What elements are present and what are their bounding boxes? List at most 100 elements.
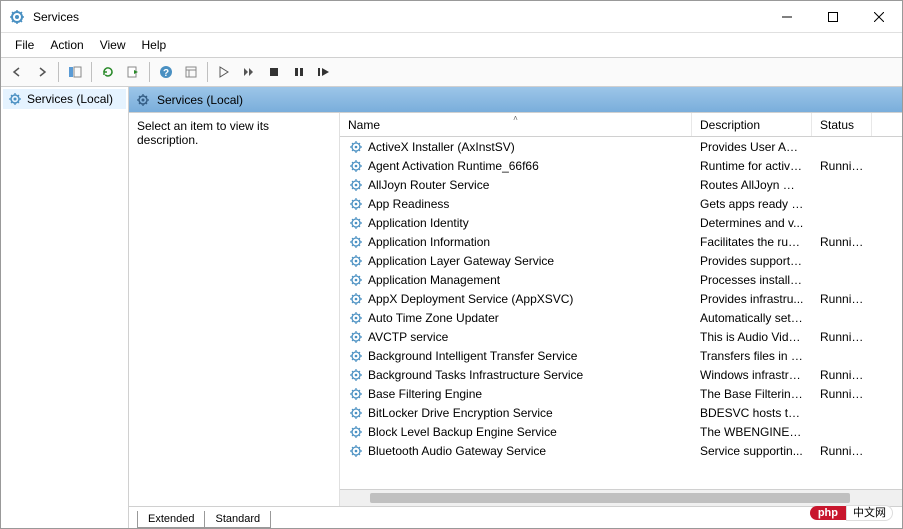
service-row[interactable]: Auto Time Zone Updater Automatically sets…: [340, 308, 902, 327]
start-button[interactable]: [212, 60, 236, 84]
service-row[interactable]: Application IdentityDetermines and v...: [340, 213, 902, 232]
service-row[interactable]: BitLocker Drive Encryption ServiceBDESVC…: [340, 403, 902, 422]
service-icon: [348, 253, 364, 269]
watermark-badge: php: [810, 506, 846, 520]
column-description[interactable]: Description: [692, 113, 812, 136]
service-name: ActiveX Installer (AxInstSV): [368, 140, 515, 154]
column-status[interactable]: Status: [812, 113, 872, 136]
column-name-label: Name: [348, 118, 380, 132]
column-name[interactable]: Name ˄: [340, 113, 692, 136]
cell-description: Runtime for activa...: [692, 159, 812, 173]
service-row[interactable]: Block Level Backup Engine Service The WBE…: [340, 422, 902, 441]
cell-status: Running: [812, 444, 872, 458]
cell-name: Application Identity: [340, 215, 692, 231]
service-list[interactable]: ActiveX Installer (AxInstSV) Provides Use…: [340, 137, 902, 489]
list-pane: Name ˄ Description Status ActiveX Instal…: [339, 113, 902, 506]
service-icon: [348, 215, 364, 231]
service-row[interactable]: Background Tasks Infrastructure ServiceW…: [340, 365, 902, 384]
show-hide-tree-button[interactable]: [63, 60, 87, 84]
maximize-button[interactable]: [810, 1, 856, 33]
menu-help[interactable]: Help: [134, 35, 175, 55]
cell-description: This is Audio Vide...: [692, 330, 812, 344]
export-button[interactable]: [121, 60, 145, 84]
service-row[interactable]: AVCTP service This is Audio Vide...Runnin…: [340, 327, 902, 346]
service-row[interactable]: Application ManagementProcesses installa…: [340, 270, 902, 289]
service-icon: [348, 310, 364, 326]
service-row[interactable]: Application Layer Gateway ServiceProvide…: [340, 251, 902, 270]
cell-description: Windows infrastru...: [692, 368, 812, 382]
stop-button[interactable]: [262, 60, 286, 84]
app-icon: [9, 9, 25, 25]
cell-name: App Readiness: [340, 196, 692, 212]
cell-name: Bluetooth Audio Gateway Service: [340, 443, 692, 459]
start-all-button[interactable]: [237, 60, 261, 84]
cell-name: BitLocker Drive Encryption Service: [340, 405, 692, 421]
service-name: AppX Deployment Service (AppXSVC): [368, 292, 573, 306]
window-controls: [764, 1, 902, 33]
forward-button[interactable]: [30, 60, 54, 84]
service-row[interactable]: ActiveX Installer (AxInstSV) Provides Use…: [340, 137, 902, 156]
cell-status: Running: [812, 330, 872, 344]
service-row[interactable]: Agent Activation Runtime_66f66Runtime fo…: [340, 156, 902, 175]
cell-description: BDESVC hosts the ...: [692, 406, 812, 420]
help-button[interactable]: ?: [154, 60, 178, 84]
titlebar: Services: [1, 1, 902, 33]
service-icon: [348, 291, 364, 307]
tab-extended[interactable]: Extended: [137, 511, 205, 528]
cell-name: Application Layer Gateway Service: [340, 253, 692, 269]
service-icon: [348, 196, 364, 212]
service-name: Application Identity: [368, 216, 469, 230]
service-row[interactable]: Background Intelligent Transfer ServiceT…: [340, 346, 902, 365]
services-window: Services File Action View Help ?: [0, 0, 903, 529]
main-pane: Services (Local) Select an item to view …: [129, 87, 902, 528]
service-row[interactable]: Bluetooth Audio Gateway ServiceService s…: [340, 441, 902, 460]
toolbar: ?: [1, 57, 902, 87]
service-name: Block Level Backup Engine Service: [368, 425, 557, 439]
pause-button[interactable]: [287, 60, 311, 84]
cell-description: Automatically sets...: [692, 311, 812, 325]
separator: [207, 62, 208, 82]
service-row[interactable]: AppX Deployment Service (AppXSVC) Provide…: [340, 289, 902, 308]
service-row[interactable]: App ReadinessGets apps ready fo...: [340, 194, 902, 213]
tree-item-services-local[interactable]: Services (Local): [3, 89, 126, 109]
service-icon: [348, 405, 364, 421]
cell-status: Running: [812, 235, 872, 249]
back-button[interactable]: [5, 60, 29, 84]
menu-action[interactable]: Action: [42, 35, 91, 55]
body: Services (Local) Services (Local) Select…: [1, 87, 902, 528]
menubar: File Action View Help: [1, 33, 902, 57]
service-icon: [348, 386, 364, 402]
cell-status: Running: [812, 368, 872, 382]
cell-name: Auto Time Zone Updater: [340, 310, 692, 326]
separator: [58, 62, 59, 82]
service-row[interactable]: Base Filtering EngineThe Base Filtering …: [340, 384, 902, 403]
cell-description: The WBENGINE se...: [692, 425, 812, 439]
sort-indicator-icon: ˄: [513, 114, 518, 123]
content-row: Select an item to view its description. …: [129, 113, 902, 506]
cell-name: Block Level Backup Engine Service: [340, 424, 692, 440]
cell-name: Application Management: [340, 272, 692, 288]
cell-description: Provides support f...: [692, 254, 812, 268]
service-row[interactable]: AllJoyn Router ServiceRoutes AllJoyn me.…: [340, 175, 902, 194]
menu-file[interactable]: File: [7, 35, 42, 55]
refresh-button[interactable]: [96, 60, 120, 84]
cell-status: Running: [812, 159, 872, 173]
view-tabs: Extended Standard: [129, 506, 902, 528]
tab-standard[interactable]: Standard: [204, 511, 271, 528]
scrollbar-thumb[interactable]: [370, 493, 850, 503]
cell-description: Provides infrastru...: [692, 292, 812, 306]
minimize-button[interactable]: [764, 1, 810, 33]
service-name: AVCTP service: [368, 330, 448, 344]
column-status-label: Status: [820, 118, 854, 132]
pane-header: Services (Local): [129, 87, 902, 113]
service-row[interactable]: Application InformationFacilitates the r…: [340, 232, 902, 251]
menu-view[interactable]: View: [92, 35, 134, 55]
restart-button[interactable]: [312, 60, 336, 84]
service-icon: [348, 272, 364, 288]
close-button[interactable]: [856, 1, 902, 33]
service-icon: [348, 443, 364, 459]
properties-button[interactable]: [179, 60, 203, 84]
service-icon: [348, 234, 364, 250]
service-name: Auto Time Zone Updater: [368, 311, 499, 325]
cell-description: Provides User Acc...: [692, 140, 812, 154]
